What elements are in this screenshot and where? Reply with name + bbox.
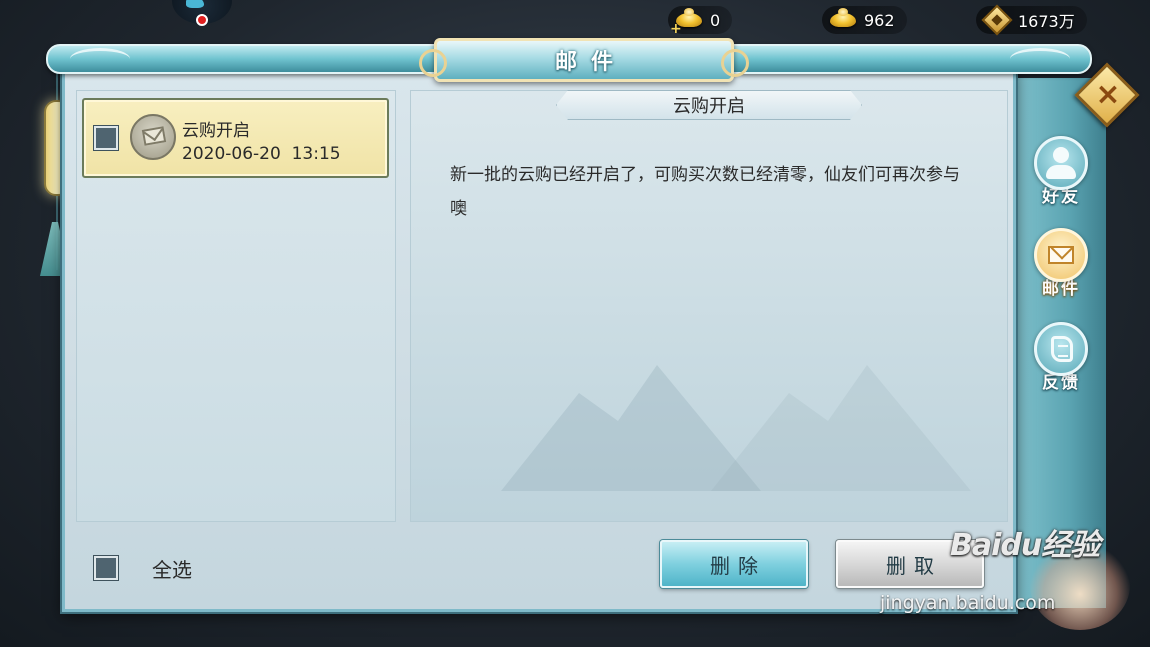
envelope-icon	[130, 114, 176, 160]
gold-ingot-icon: +	[670, 8, 704, 37]
close-icon[interactable]: ×	[1094, 76, 1122, 114]
currency-value: 1673万	[1018, 12, 1075, 31]
window-title: 邮件	[554, 50, 627, 75]
delete-button[interactable]: 删除	[660, 540, 808, 588]
currency-copper-coin[interactable]: 1673万	[976, 4, 1087, 36]
mail-item-date: 2020-06-20 13:15	[182, 144, 341, 164]
currency-value: 962	[864, 10, 895, 30]
mail-detail-title: 云购开启	[673, 96, 745, 117]
currency-value: 0	[710, 10, 721, 30]
bird-icon	[186, 0, 204, 8]
plus-icon[interactable]: +	[670, 21, 682, 37]
currency-bound-gold-ingot[interactable]: 962	[822, 6, 907, 34]
coin-icon	[981, 4, 1013, 36]
mountain-decoration	[711, 365, 971, 491]
baidu-watermark: Baidu经验	[950, 520, 1100, 564]
tab-mail[interactable]: 邮件	[1026, 228, 1096, 312]
select-all-checkbox[interactable]	[94, 556, 118, 580]
tab-friends[interactable]: 好友	[1026, 136, 1096, 220]
mail-item-title: 云购开启	[182, 121, 250, 141]
currency-gold-ingot[interactable]: + 0	[668, 6, 733, 37]
feedback-icon	[1034, 322, 1088, 376]
locked-gold-ingot-icon	[828, 8, 858, 31]
mail-detail-body: 新一批的云购已经开启了，可购买次数已经清零，仙友们可再次参与噢	[450, 165, 960, 219]
swirl-decoration	[70, 48, 130, 70]
swirl-decoration	[1010, 48, 1070, 70]
watermark-url: jingyan.baidu.com	[880, 592, 1056, 614]
notification-dot	[196, 14, 208, 26]
window-title-plate: 邮件	[419, 38, 749, 82]
mountain-decoration	[501, 365, 761, 491]
mail-icon	[1034, 228, 1088, 282]
mail-detail-title-bar: 云购开启	[556, 90, 862, 120]
mail-item-checkbox[interactable]	[94, 126, 118, 150]
top-bar: + 0 962 1673万	[0, 0, 1150, 40]
friend-icon	[1034, 136, 1088, 190]
mail-list-item[interactable]: 云购开启 2020-06-20 13:15	[82, 98, 389, 178]
tab-feedback[interactable]: 反馈	[1026, 322, 1096, 406]
watermark-main: Baidu经验	[950, 528, 1100, 563]
select-all-label: 全选	[152, 558, 192, 582]
mail-content-panel	[410, 90, 1008, 522]
